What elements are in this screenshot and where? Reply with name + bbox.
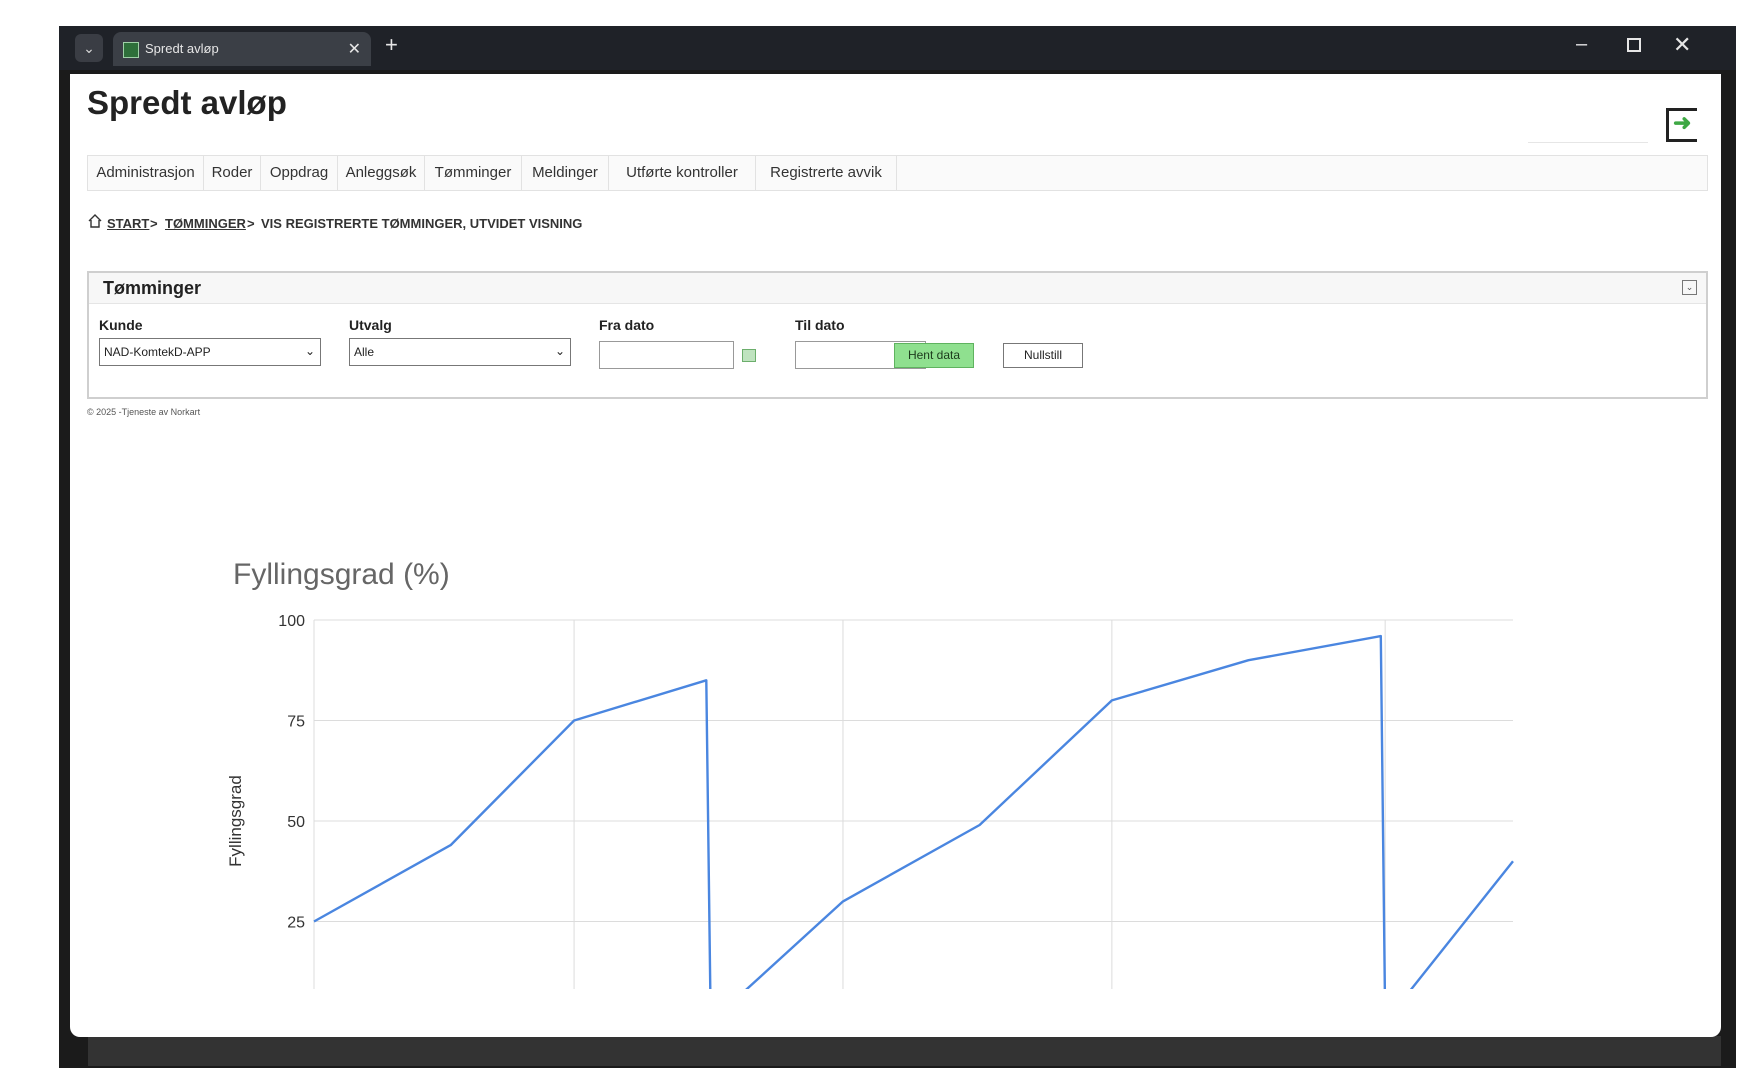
breadcrumb-start[interactable]: START [107, 216, 149, 231]
y-tick-label: 50 [287, 814, 305, 831]
nav-item-tomminger[interactable]: Tømminger [425, 156, 522, 190]
nav-item-administrasjon[interactable]: Administrasjon [88, 156, 204, 190]
home-icon [88, 214, 102, 228]
nav-item-roder[interactable]: Roder [204, 156, 261, 190]
kunde-label: Kunde [99, 317, 143, 333]
til-dato-label: Til dato [795, 317, 845, 333]
tab-title: Spredt avløp [145, 41, 219, 56]
utvalg-select[interactable]: Alle ⌄ [349, 338, 571, 366]
chevron-down-icon: ⌄ [304, 344, 315, 358]
fra-dato-label: Fra dato [599, 317, 655, 333]
minimize-button[interactable]: – [1576, 33, 1587, 56]
series-fyllingsgrad [313, 634, 1514, 989]
collapse-icon[interactable]: ⌄ [1682, 280, 1697, 295]
grid [313, 619, 1513, 989]
kunde-value: NAD-KomtekD-APP [104, 345, 211, 359]
copyright: © 2025 -Tjeneste av Norkart [87, 407, 201, 417]
page-title: Spredt avløp [87, 84, 287, 121]
fra-dato-input[interactable] [599, 341, 734, 369]
browser-titlebar: ⌄ Spredt avløp ✕ + – ✕ [59, 26, 1736, 70]
utvalg-label: Utvalg [349, 317, 392, 333]
hent-data-button[interactable]: Hent data [894, 343, 974, 368]
taskbar-strip [88, 1036, 1721, 1066]
nav-item-meldinger[interactable]: Meldinger [522, 156, 609, 190]
chevron-down-icon: ⌄ [554, 344, 565, 358]
maximize-button[interactable] [1627, 38, 1641, 52]
logout-arrow-icon[interactable]: ➜ [1673, 110, 1691, 136]
y-axis-label: Fyllingsgrad [226, 775, 245, 867]
y-tick-label: 25 [287, 915, 305, 932]
main-nav: Administrasjon Roder Oppdrag Anleggsøk T… [87, 155, 1708, 191]
nav-item-anleggsok[interactable]: Anleggsøk [338, 156, 425, 190]
breadcrumb-separator: > [150, 216, 158, 231]
nav-item-utforte-kontroller[interactable]: Utførte kontroller [609, 156, 756, 190]
tab-list-button[interactable]: ⌄ [75, 34, 103, 62]
nullstill-button[interactable]: Nullstill [1003, 343, 1083, 368]
tomminger-panel: Tømminger ⌄ Kunde NAD-KomtekD-APP ⌄ Utva… [87, 271, 1708, 399]
panel-header: Tømminger ⌄ [89, 273, 1706, 304]
y-tick-label: 100 [278, 613, 305, 630]
close-window-button[interactable]: ✕ [1673, 32, 1691, 58]
divider [1528, 142, 1648, 143]
y-tick-label: 75 [287, 714, 305, 731]
breadcrumb-current: VIS REGISTRERTE TØMMINGER, UTVIDET VISNI… [261, 216, 583, 231]
new-tab-button[interactable]: + [385, 32, 398, 58]
nav-item-registrerte-avvik[interactable]: Registrerte avvik [756, 156, 897, 190]
browser-tab[interactable]: Spredt avløp ✕ [113, 32, 371, 66]
favicon-icon [123, 42, 139, 58]
calendar-icon[interactable] [742, 349, 756, 362]
series-line [313, 634, 1514, 989]
tab-close-icon[interactable]: ✕ [348, 39, 361, 59]
page-content: Spredt avløp ➜ Administrasjon Roder Oppd… [70, 74, 1721, 1037]
chart-title: Fyllingsgrad (%) [233, 558, 450, 591]
breadcrumb-separator: > [247, 216, 255, 231]
fyllingsgrad-chart: Fyllingsgrad (%) Fyllingsgrad 0255075100… [226, 558, 1514, 989]
panel-title: Tømminger [103, 278, 202, 298]
utvalg-value: Alle [354, 345, 375, 359]
nav-item-oppdrag[interactable]: Oppdrag [261, 156, 338, 190]
breadcrumb-tomminger[interactable]: TØMMINGER [165, 216, 246, 231]
tick-labels: 025507510001.01.202501.03.202501.05.2025… [278, 613, 305, 932]
kunde-select[interactable]: NAD-KomtekD-APP ⌄ [99, 338, 321, 366]
